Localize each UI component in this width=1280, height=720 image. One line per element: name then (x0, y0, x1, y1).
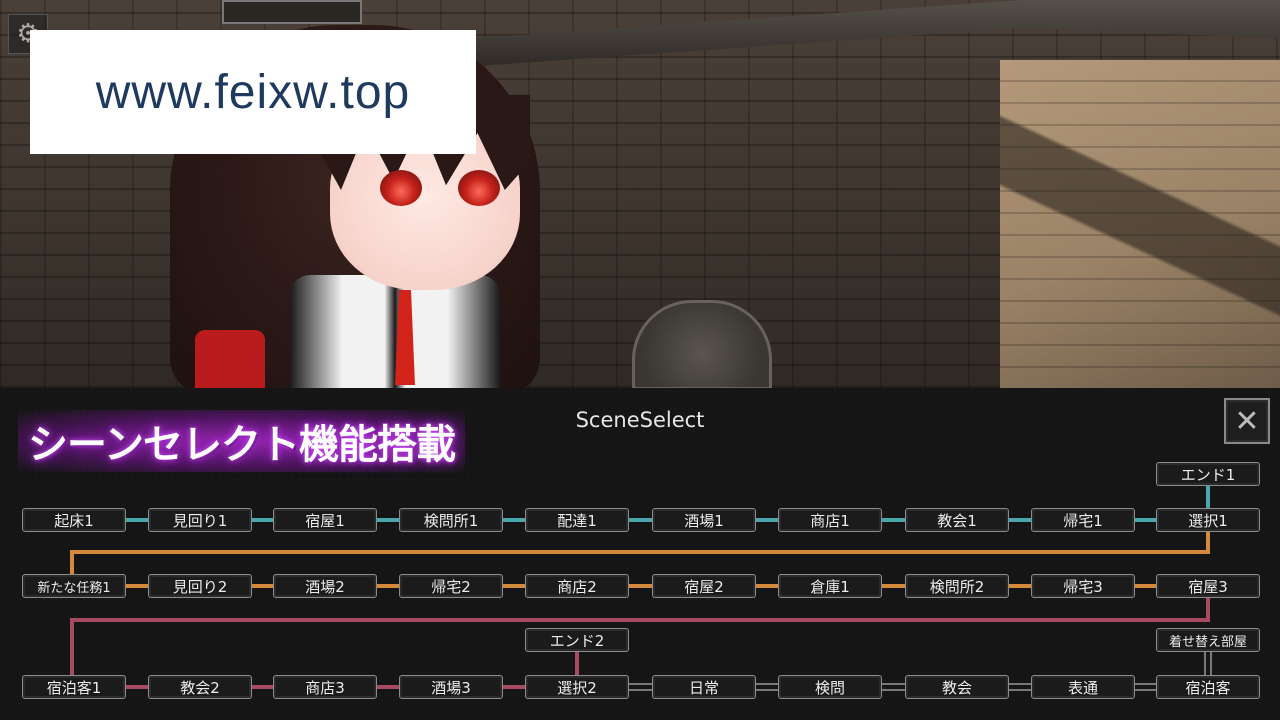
scene-node[interactable]: 見回り1 (148, 508, 252, 532)
scene-node[interactable]: 宿泊客1 (22, 675, 126, 699)
scene-node[interactable]: 教会 (905, 675, 1009, 699)
scene-node[interactable]: 配達1 (525, 508, 629, 532)
character-body (290, 275, 500, 388)
watermark: www.feixw.top (30, 30, 476, 154)
watermark-text: www.feixw.top (95, 65, 411, 119)
scene-node[interactable]: 日常 (652, 675, 756, 699)
scene-node[interactable]: 選択2 (525, 675, 629, 699)
window-frame (222, 0, 362, 24)
scene-node[interactable]: 表通 (1031, 675, 1135, 699)
scene-node[interactable]: 検問 (778, 675, 882, 699)
scene-node-end2[interactable]: エンド2 (525, 628, 629, 652)
scene-node[interactable]: 新たな任務1 (22, 574, 126, 598)
scene-node[interactable]: 見回り2 (148, 574, 252, 598)
scene-node[interactable]: 酒場1 (652, 508, 756, 532)
character-sleeve (195, 330, 265, 388)
scene-node[interactable]: 酒場3 (399, 675, 503, 699)
scene-node-end1[interactable]: エンド1 (1156, 462, 1260, 486)
promo-banner-text: シーンセレクト機能搭載 (28, 422, 456, 468)
scene-node[interactable]: 起床1 (22, 508, 126, 532)
character-eye-left (380, 170, 422, 206)
scene-node[interactable]: 検問所2 (905, 574, 1009, 598)
scene-link-wrap (70, 598, 1210, 675)
scene-node[interactable]: 宿屋1 (273, 508, 377, 532)
scene-node[interactable]: 酒場2 (273, 574, 377, 598)
close-button[interactable]: ✕ (1224, 398, 1270, 444)
scene-node[interactable]: 商店3 (273, 675, 377, 699)
scene-node[interactable]: 商店1 (778, 508, 882, 532)
scene-node[interactable]: 宿泊客 (1156, 675, 1260, 699)
scene-link-wrap (70, 532, 1210, 574)
promo-banner: シーンセレクト機能搭載 (18, 410, 465, 472)
scene-node[interactable]: 帰宅1 (1031, 508, 1135, 532)
scene-node[interactable]: 宿屋2 (652, 574, 756, 598)
scene-node[interactable]: 教会1 (905, 508, 1009, 532)
scene-node[interactable]: 帰宅2 (399, 574, 503, 598)
scene-node[interactable]: 宿屋3 (1156, 574, 1260, 598)
scene-node[interactable]: 教会2 (148, 675, 252, 699)
scene-node-dressing-room[interactable]: 着せ替え部屋 (1156, 628, 1260, 652)
scene-node[interactable]: 選択1 (1156, 508, 1260, 532)
scene-node[interactable]: 商店2 (525, 574, 629, 598)
scene-node[interactable]: 倉庫1 (778, 574, 882, 598)
panel-title: SceneSelect (575, 408, 705, 432)
scene-node[interactable]: 帰宅3 (1031, 574, 1135, 598)
character-eye-right (458, 170, 500, 206)
wall-lamp (632, 300, 772, 388)
wall-shadow (1000, 60, 1280, 388)
scene-node[interactable]: 検問所1 (399, 508, 503, 532)
